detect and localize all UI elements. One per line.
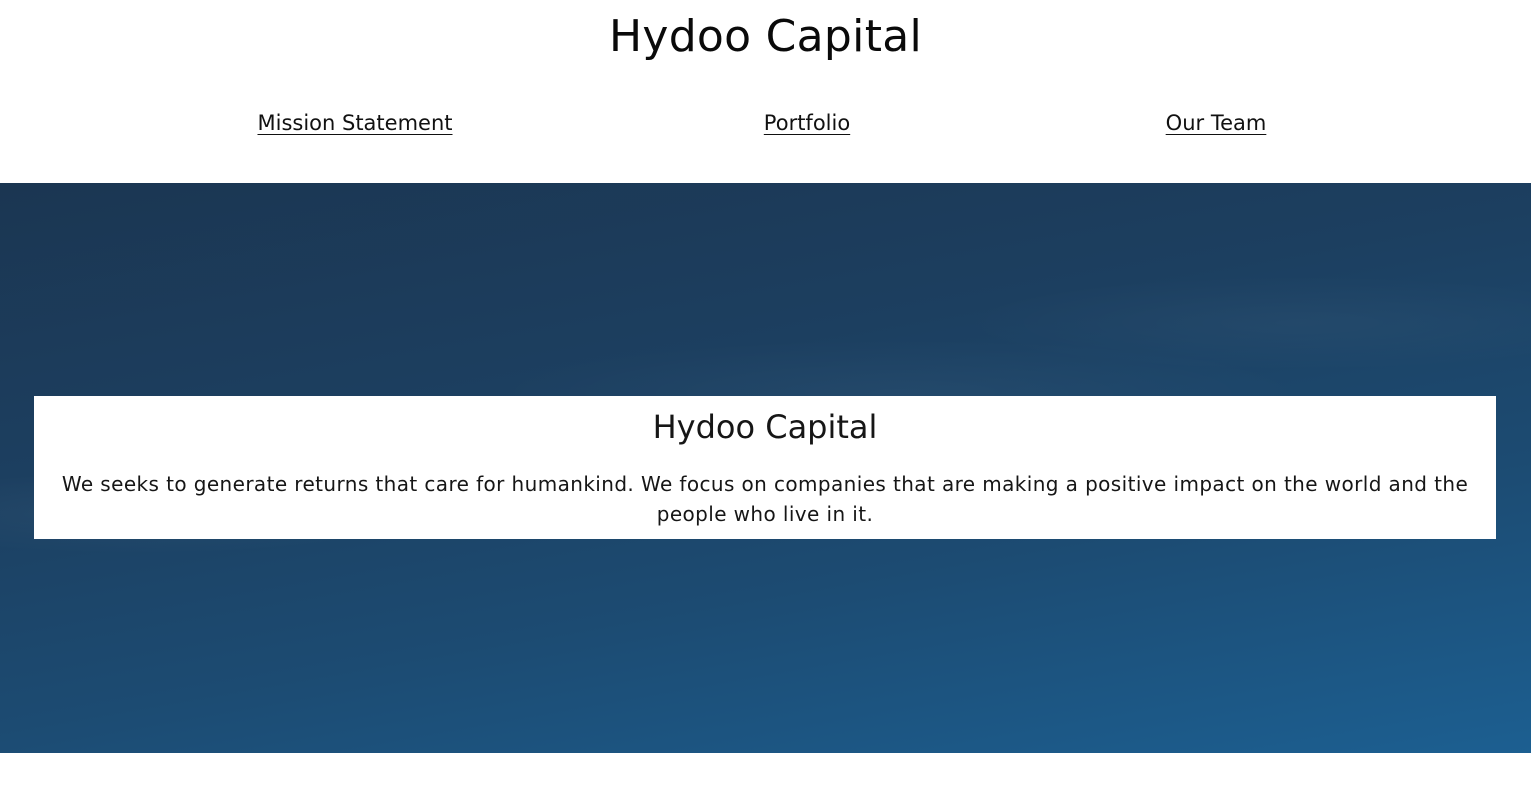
- nav-link-our-team[interactable]: Our Team: [1166, 106, 1267, 140]
- main-nav: Mission Statement Portfolio Our Team: [0, 106, 1531, 140]
- nav-link-mission-statement[interactable]: Mission Statement: [257, 106, 452, 140]
- hero-card-title: Hydoo Capital: [652, 408, 878, 446]
- page: Hydoo Capital Mission Statement Portfoli…: [0, 0, 1531, 798]
- page-footer-area: [0, 753, 1531, 798]
- hero-banner: Hydoo Capital We seeks to generate retur…: [0, 183, 1531, 753]
- hero-card: Hydoo Capital We seeks to generate retur…: [34, 396, 1496, 539]
- nav-link-portfolio[interactable]: Portfolio: [764, 106, 850, 140]
- site-header: Hydoo Capital Mission Statement Portfoli…: [0, 0, 1531, 183]
- site-title[interactable]: Hydoo Capital: [0, 8, 1531, 66]
- hero-card-text: We seeks to generate returns that care f…: [61, 472, 1469, 526]
